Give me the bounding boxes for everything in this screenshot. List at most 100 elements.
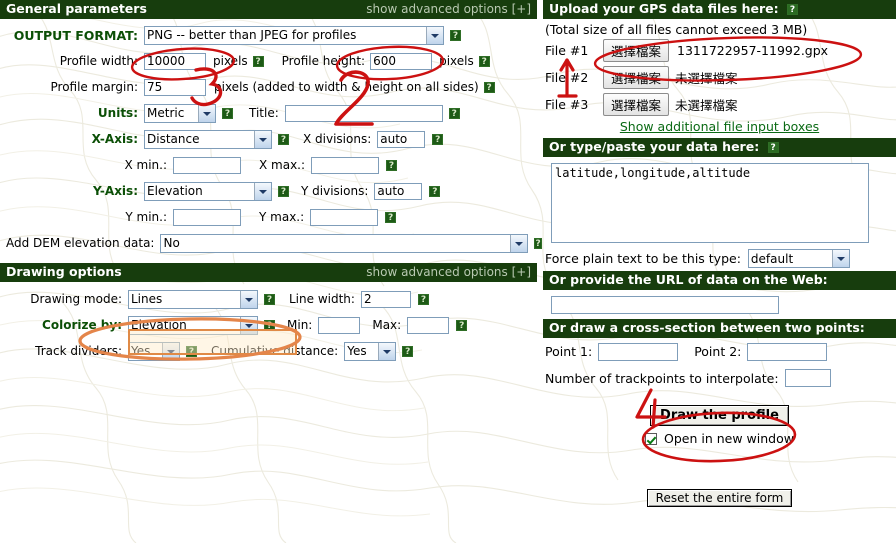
interpolate-field[interactable] bbox=[784, 369, 831, 387]
units-select[interactable]: Metric bbox=[144, 103, 216, 123]
x-minmax-row: X min.: X max.: ? bbox=[0, 152, 537, 178]
drawing-mode-select-wrap[interactable]: Lines bbox=[128, 289, 258, 309]
line-width-help-icon[interactable]: ? bbox=[417, 293, 429, 305]
x-max-field[interactable] bbox=[311, 156, 380, 174]
cumulative-distance-label: Cumulative distance: bbox=[211, 344, 339, 358]
dem-select[interactable]: No bbox=[160, 233, 529, 253]
y-axis-label: Y-Axis: bbox=[93, 184, 138, 198]
paste-help-icon[interactable]: ? bbox=[767, 142, 779, 153]
y-max-field[interactable] bbox=[310, 208, 379, 226]
profile-height-field[interactable] bbox=[370, 52, 433, 70]
cumulative-distance-help-icon[interactable]: ? bbox=[402, 345, 414, 357]
force-type-row: Force plain text to be this type: defaul… bbox=[543, 246, 896, 271]
file-2-label: File #2 bbox=[545, 70, 589, 85]
file-2-status: 未選擇檔案 bbox=[675, 71, 738, 86]
x-min-field[interactable] bbox=[173, 156, 241, 174]
y-axis-select[interactable]: Elevation bbox=[144, 181, 272, 201]
colorize-by-row: Colorize by: Elevation ? Min: Max: ? bbox=[0, 312, 537, 338]
profile-height-label: Profile height: bbox=[281, 54, 366, 68]
title-field[interactable] bbox=[284, 104, 443, 122]
profile-width-help-icon[interactable]: ? bbox=[252, 55, 264, 67]
track-dividers-select-wrap[interactable]: Yes bbox=[128, 341, 180, 361]
force-type-select[interactable]: default bbox=[747, 249, 850, 268]
pixels-label-1: pixels bbox=[213, 54, 248, 68]
open-new-window-row: Open in new window bbox=[543, 426, 896, 446]
track-dividers-row: Track dividers: Yes ? Cumulative distanc… bbox=[0, 338, 537, 364]
x-divisions-field[interactable] bbox=[377, 130, 426, 148]
colorize-minmax-help-icon[interactable]: ? bbox=[456, 319, 468, 331]
pixels-label-2: pixels bbox=[439, 54, 474, 68]
open-new-window-checkbox[interactable] bbox=[645, 433, 658, 445]
y-max-label: Y max.: bbox=[259, 210, 305, 224]
colorize-max-field[interactable] bbox=[407, 316, 450, 334]
show-additional-file-inputs-link[interactable]: Show additional file input boxes bbox=[620, 119, 819, 134]
dem-help-icon[interactable]: ? bbox=[534, 237, 542, 249]
units-help-icon[interactable]: ? bbox=[222, 107, 233, 119]
colorize-by-select[interactable]: Elevation bbox=[128, 315, 258, 335]
drawing-show-advanced-options-link[interactable]: show advanced options [+] bbox=[366, 265, 531, 279]
profile-height-help-icon[interactable]: ? bbox=[478, 55, 490, 67]
track-dividers-help-icon[interactable]: ? bbox=[186, 345, 197, 357]
drawing-options-header: Drawing options show advanced options [+… bbox=[0, 263, 537, 282]
drawing-mode-select[interactable]: Lines bbox=[128, 289, 258, 309]
left-column: General parameters show advanced options… bbox=[0, 0, 542, 364]
file-3-choose-button[interactable]: 選擇檔案 bbox=[603, 93, 670, 116]
y-minmax-help-icon[interactable]: ? bbox=[385, 211, 397, 223]
file-1-choose-button[interactable]: 選擇檔案 bbox=[603, 39, 670, 62]
file-1-row: File #1 選擇檔案 1311722957-11992.gpx bbox=[543, 37, 896, 64]
cross-section-header: Or draw a cross-section between two poin… bbox=[543, 319, 896, 338]
profile-margin-note: pixels (added to width & height on all s… bbox=[214, 80, 479, 94]
drawing-mode-help-icon[interactable]: ? bbox=[264, 293, 275, 305]
output-format-select-wrap[interactable]: PNG -- better than JPEG for profiles bbox=[144, 25, 444, 45]
y-axis-help-icon[interactable]: ? bbox=[278, 185, 289, 197]
url-field[interactable] bbox=[551, 296, 779, 314]
general-show-advanced-options-link[interactable]: show advanced options [+] bbox=[366, 2, 531, 16]
profile-margin-field[interactable] bbox=[144, 78, 206, 96]
url-header: Or provide the URL of data on the Web: bbox=[543, 271, 896, 290]
output-format-select[interactable]: PNG -- better than JPEG for profiles bbox=[144, 25, 444, 45]
upload-help-icon[interactable]: ? bbox=[786, 4, 798, 15]
cumulative-distance-select-wrap[interactable]: Yes bbox=[344, 341, 397, 361]
force-type-select-wrap[interactable]: default bbox=[747, 249, 850, 268]
upload-size-note: (Total size of all files cannot exceed 3… bbox=[545, 22, 808, 37]
dem-select-wrap[interactable]: No bbox=[160, 233, 529, 253]
file-1-status: 1311722957-11992.gpx bbox=[677, 43, 829, 58]
y-axis-select-wrap[interactable]: Elevation bbox=[144, 181, 272, 201]
point-2-field[interactable] bbox=[747, 342, 828, 361]
reset-entire-form-button[interactable]: Reset the entire form bbox=[646, 489, 793, 507]
colorize-by-help-icon[interactable]: ? bbox=[264, 319, 275, 331]
force-plain-text-label: Force plain text to be this type: bbox=[545, 251, 741, 266]
x-divisions-label: X divisions: bbox=[303, 132, 372, 146]
output-format-help-icon[interactable]: ? bbox=[450, 29, 461, 41]
track-dividers-select[interactable]: Yes bbox=[128, 341, 180, 361]
file-3-label: File #3 bbox=[545, 97, 589, 112]
profile-size-row: Profile width: pixels ? Profile height: … bbox=[0, 48, 537, 74]
y-min-field[interactable] bbox=[173, 208, 241, 226]
cumulative-distance-select[interactable]: Yes bbox=[344, 341, 397, 361]
title-help-icon[interactable]: ? bbox=[448, 107, 460, 119]
x-axis-help-icon[interactable]: ? bbox=[278, 133, 289, 145]
y-divisions-help-icon[interactable]: ? bbox=[429, 185, 441, 197]
units-select-wrap[interactable]: Metric bbox=[144, 103, 216, 123]
draw-the-profile-button[interactable]: Draw the profile bbox=[650, 405, 789, 426]
drawing-mode-row: Drawing mode: Lines ? Line width: ? bbox=[0, 282, 537, 312]
general-parameters-title: General parameters bbox=[6, 1, 147, 16]
paste-data-textarea[interactable]: latitude,longitude,altitude bbox=[551, 163, 869, 243]
x-axis-select[interactable]: Distance bbox=[144, 129, 272, 149]
point-1-field[interactable] bbox=[598, 342, 679, 361]
file-2-row: File #2 選擇檔案 未選擇檔案 bbox=[543, 64, 896, 91]
colorize-max-label: Max: bbox=[372, 318, 402, 332]
line-width-field[interactable] bbox=[360, 290, 411, 308]
paste-textarea-wrap: latitude,longitude,altitude bbox=[543, 157, 896, 246]
colorize-min-field[interactable] bbox=[318, 316, 361, 334]
x-axis-select-wrap[interactable]: Distance bbox=[144, 129, 272, 149]
profile-width-field[interactable] bbox=[144, 52, 206, 70]
y-divisions-field[interactable] bbox=[374, 182, 423, 200]
profile-margin-help-icon[interactable]: ? bbox=[483, 81, 495, 93]
gpsvisualizer-profile-form: General parameters show advanced options… bbox=[0, 0, 896, 543]
colorize-by-select-wrap[interactable]: Elevation bbox=[128, 315, 258, 335]
x-max-label: X max.: bbox=[259, 158, 306, 172]
x-divisions-help-icon[interactable]: ? bbox=[432, 133, 444, 145]
x-minmax-help-icon[interactable]: ? bbox=[386, 159, 398, 171]
file-2-choose-button[interactable]: 選擇檔案 bbox=[603, 66, 670, 89]
